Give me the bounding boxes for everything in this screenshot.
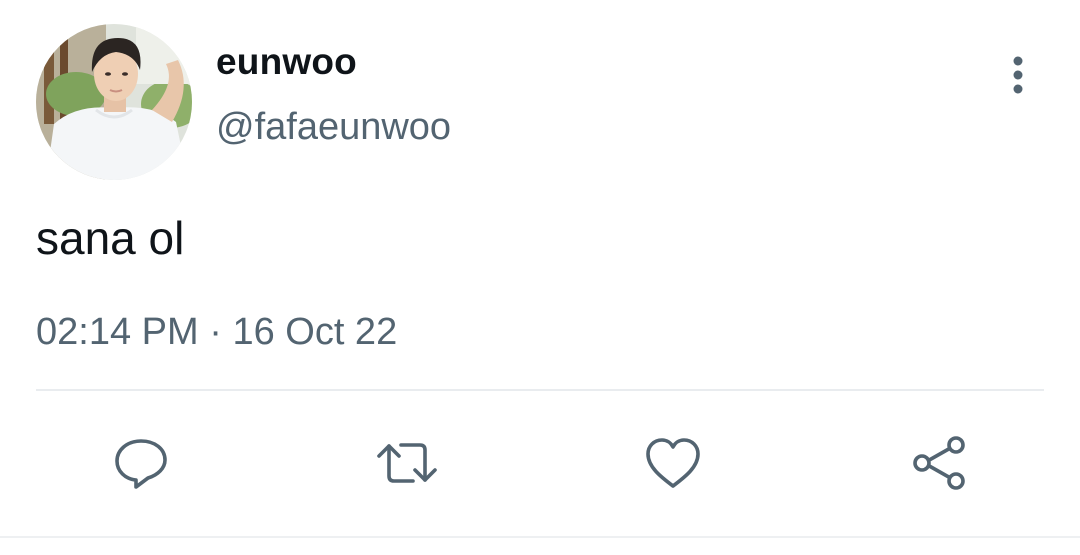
share-icon (913, 436, 965, 490)
display-name[interactable]: eunwoo (216, 40, 357, 84)
tweet-card: eunwoo @fafaeunwoo sana ol 02:14 PM · 16… (0, 0, 1080, 555)
tweet-timestamp[interactable]: 02:14 PM · 16 Oct 22 (36, 308, 397, 356)
retweet-button[interactable] (372, 428, 442, 498)
avatar-image (36, 24, 192, 180)
share-button[interactable] (905, 428, 975, 498)
meta-separator: · (209, 311, 222, 353)
heart-icon (646, 438, 700, 488)
divider (36, 389, 1044, 391)
more-vertical-icon (1013, 56, 1023, 94)
bottom-divider (0, 536, 1080, 538)
tweet-text: sana ol (36, 212, 185, 264)
user-handle[interactable]: @fafaeunwoo (216, 104, 451, 150)
like-button[interactable] (638, 428, 708, 498)
tweet-time: 02:14 PM (36, 311, 199, 353)
more-options-button[interactable] (998, 52, 1038, 98)
avatar[interactable] (36, 24, 192, 180)
reply-icon (115, 439, 167, 489)
retweet-icon (377, 443, 437, 483)
tweet-date: 16 Oct 22 (232, 311, 398, 353)
reply-button[interactable] (106, 428, 176, 498)
